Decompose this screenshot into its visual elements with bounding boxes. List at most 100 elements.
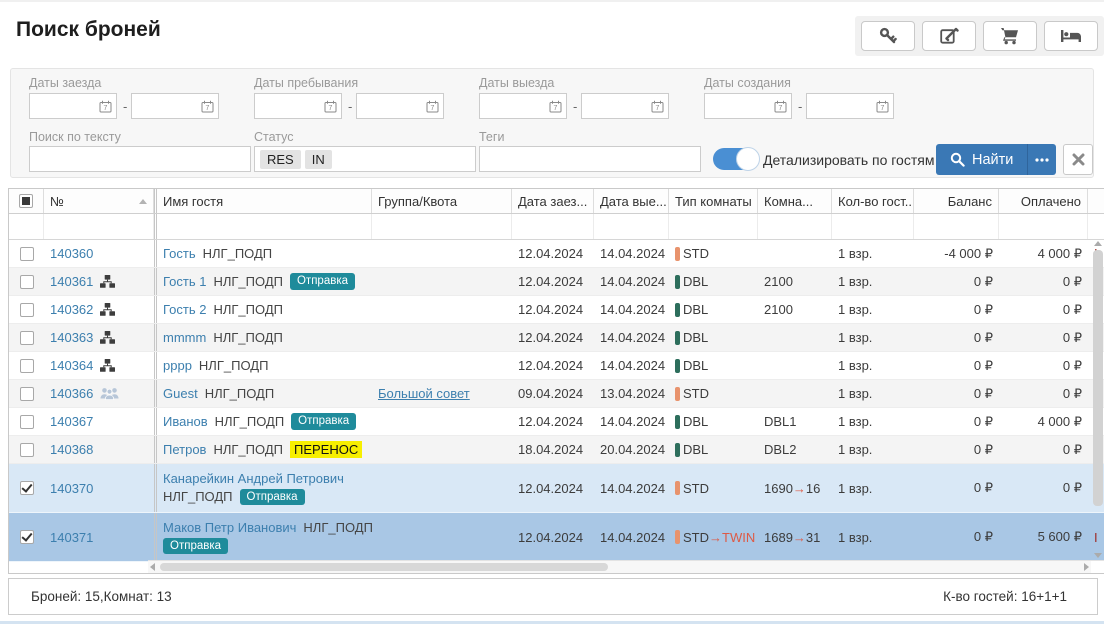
calendar-icon[interactable]: 7	[426, 100, 439, 113]
booking-id-link[interactable]: 140367	[50, 414, 93, 429]
stay-date-to-input[interactable]: 7	[356, 93, 444, 119]
scroll-up-icon[interactable]	[1094, 241, 1102, 246]
booking-id-link[interactable]: 140360	[50, 246, 93, 261]
guest-name-link[interactable]: Гость 2	[163, 302, 206, 317]
guest-name-link[interactable]: pppp	[163, 358, 192, 373]
booking-id-link[interactable]: 140361	[50, 274, 93, 289]
booking-id-link[interactable]: 140364	[50, 358, 93, 373]
booking-id-link[interactable]: 140368	[50, 442, 93, 457]
table-row[interactable]: 140360ГостьНЛГ_ПОДП12.04.202414.04.2024S…	[9, 240, 1104, 268]
calendar-icon[interactable]: 7	[201, 100, 214, 113]
find-button[interactable]: Найти	[936, 144, 1027, 175]
table-row[interactable]: 140367ИвановНЛГ_ПОДПОтправка12.04.202414…	[9, 408, 1104, 436]
detail-by-guests-toggle[interactable]	[713, 148, 759, 170]
guest-name-link[interactable]: Guest	[163, 386, 198, 401]
group-link[interactable]: Большой совет	[378, 386, 470, 401]
calendar-icon[interactable]: 7	[99, 100, 112, 113]
creation-date-from-input[interactable]: 7	[704, 93, 792, 119]
key-button[interactable]	[861, 21, 915, 51]
filter-cell-balance[interactable]	[914, 214, 999, 239]
column-header-id[interactable]: №	[44, 189, 154, 213]
calendar-icon[interactable]: 7	[549, 100, 562, 113]
departure-date-from-input[interactable]: 7	[479, 93, 567, 119]
departure-date-to-input[interactable]: 7	[581, 93, 669, 119]
filter-cell-departure[interactable]	[594, 214, 669, 239]
table-row[interactable]: 140370Канарейкин Андрей ПетровичНЛГ_ПОДП…	[9, 464, 1104, 513]
row-checkbox[interactable]	[20, 481, 34, 495]
scroll-down-icon[interactable]	[1094, 553, 1102, 558]
arrival-date-to-input[interactable]: 7	[131, 93, 219, 119]
status-chip[interactable]: RES	[260, 150, 301, 169]
vertical-scroll-thumb[interactable]	[1093, 250, 1103, 506]
guest-name-link[interactable]: Гость	[163, 246, 196, 261]
select-all-header[interactable]	[9, 189, 44, 213]
filter-cell-group[interactable]	[372, 214, 512, 239]
row-checkbox[interactable]	[20, 359, 34, 373]
vertical-scrollbar[interactable]	[1093, 241, 1103, 558]
tags-input[interactable]	[479, 146, 701, 172]
column-header-name[interactable]: Имя гостя	[154, 189, 372, 213]
filter-cell-id[interactable]	[44, 214, 154, 239]
calendar-icon[interactable]: 7	[651, 100, 664, 113]
column-header-room[interactable]: Комна...	[758, 189, 832, 213]
booking-id-link[interactable]: 140371	[50, 530, 93, 545]
row-checkbox[interactable]	[20, 331, 34, 345]
find-options-button[interactable]	[1027, 144, 1056, 175]
select-all-checkbox[interactable]	[19, 194, 33, 208]
guest-name-link[interactable]: Петров	[163, 442, 206, 457]
edit-button[interactable]	[922, 21, 976, 51]
column-header-guests[interactable]: Кол-во гост...	[832, 189, 914, 213]
cart-button[interactable]	[983, 21, 1037, 51]
status-chip[interactable]: IN	[305, 150, 332, 169]
table-row[interactable]: 140366GuestНЛГ_ПОДПБольшой совет09.04.20…	[9, 380, 1104, 408]
arrival-date-from-input[interactable]: 7	[29, 93, 117, 119]
row-checkbox[interactable]	[20, 443, 34, 457]
booking-id-link[interactable]: 140363	[50, 330, 93, 345]
text-search-input[interactable]	[29, 146, 251, 172]
calendar-icon[interactable]: 7	[324, 100, 337, 113]
horizontal-scroll-thumb[interactable]	[160, 563, 608, 571]
status-input[interactable]: RESIN	[254, 146, 476, 172]
column-header-group[interactable]: Группа/Квота	[372, 189, 512, 213]
scroll-right-icon[interactable]	[1084, 563, 1089, 571]
column-header-departure[interactable]: Дата вые...	[594, 189, 669, 213]
calendar-icon[interactable]: 7	[774, 100, 787, 113]
row-checkbox[interactable]	[20, 247, 34, 261]
row-checkbox[interactable]	[20, 275, 34, 289]
bed-button[interactable]	[1044, 21, 1098, 51]
column-header-arrival[interactable]: Дата заез...	[512, 189, 594, 213]
calendar-icon[interactable]: 7	[876, 100, 889, 113]
guest-name-link[interactable]: mmmm	[163, 330, 206, 345]
row-checkbox[interactable]	[20, 387, 34, 401]
guest-name-link[interactable]: Канарейкин Андрей Петрович	[163, 471, 344, 486]
filter-cell[interactable]	[9, 214, 44, 239]
table-row[interactable]: 140364ppppНЛГ_ПОДП12.04.202414.04.2024DB…	[9, 352, 1104, 380]
booking-id-link[interactable]: 140362	[50, 302, 93, 317]
booking-id-link[interactable]: 140370	[50, 481, 93, 496]
filter-cell-arrival[interactable]	[512, 214, 594, 239]
column-header-balance[interactable]: Баланс	[914, 189, 999, 213]
filter-cell-paid[interactable]	[999, 214, 1088, 239]
stay-date-from-input[interactable]: 7	[254, 93, 342, 119]
guest-name-link[interactable]: Гость 1	[163, 274, 206, 289]
row-checkbox[interactable]	[20, 530, 34, 544]
table-row[interactable]: 140362Гость 2НЛГ_ПОДП12.04.202414.04.202…	[9, 296, 1104, 324]
horizontal-scrollbar[interactable]	[148, 560, 1091, 573]
filter-cell-room_type[interactable]	[669, 214, 758, 239]
filter-cell-name[interactable]	[154, 214, 372, 239]
clear-button[interactable]	[1063, 144, 1093, 175]
row-checkbox[interactable]	[20, 303, 34, 317]
table-row[interactable]: 140368ПетровНЛГ_ПОДППЕРЕНОС18.04.202420.…	[9, 436, 1104, 464]
filter-cell-guests[interactable]	[832, 214, 914, 239]
table-row[interactable]: 140363mmmmНЛГ_ПОДП12.04.202414.04.2024DB…	[9, 324, 1104, 352]
guest-name-link[interactable]: Маков Петр Иванович	[163, 520, 296, 535]
table-row[interactable]: 140371Маков Петр ИвановичНЛГ_ПОДПОтправк…	[9, 513, 1104, 562]
creation-date-to-input[interactable]: 7	[806, 93, 894, 119]
column-header-paid[interactable]: Оплачено	[999, 189, 1088, 213]
filter-cell-room[interactable]	[758, 214, 832, 239]
column-header-room_type[interactable]: Тип комнаты	[669, 189, 758, 213]
table-row[interactable]: 140361Гость 1НЛГ_ПОДПОтправка12.04.20241…	[9, 268, 1104, 296]
guest-name-link[interactable]: Иванов	[163, 414, 208, 429]
booking-id-link[interactable]: 140366	[50, 386, 93, 401]
scroll-left-icon[interactable]	[150, 563, 155, 571]
